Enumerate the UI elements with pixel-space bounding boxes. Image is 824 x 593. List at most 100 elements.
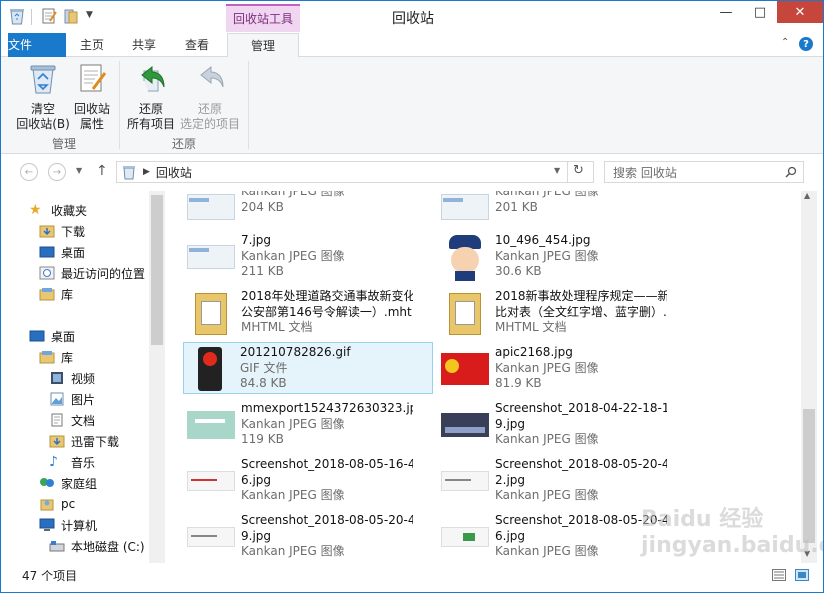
file-size: 204 KB (241, 199, 284, 214)
back-button[interactable]: ← (20, 163, 38, 181)
file-item-selected[interactable]: 201210782826.gif GIF 文件 84.8 KB (183, 342, 433, 394)
nav-label: 库 (61, 287, 74, 302)
image-thumbnail (441, 345, 489, 393)
file-type: Kankan JPEG 图像 (241, 191, 345, 198)
file-name: 2018年处理道路交通事故新变化（ (241, 289, 413, 303)
address-path[interactable]: 回收站 (156, 164, 192, 181)
file-item[interactable]: 2018年处理道路交通事故新变化（ 公安部第146号令解读一）.mht MHTML … (165, 287, 413, 339)
nav-label: 视频 (71, 371, 96, 386)
file-type: Kankan JPEG 图像 (495, 544, 599, 558)
nav-item-computer[interactable]: 计算机 (39, 515, 97, 535)
image-thumbnail (187, 513, 235, 561)
user-folder-icon (40, 499, 54, 511)
image-thumbnail (441, 513, 489, 561)
file-list-scrollbar[interactable]: ▲ ▼ (801, 191, 817, 563)
close-button[interactable]: ✕ (777, 1, 823, 23)
file-item[interactable]: mmexport1524372630323.jpg Kankan JPEG 图像 1… (165, 399, 413, 451)
file-item[interactable]: 10_496_454.jpg Kankan JPEG 图像 30.6 KB (419, 231, 667, 283)
nav-scrollbar[interactable] (149, 191, 165, 563)
context-tab-group: 回收站工具 (226, 4, 300, 32)
quick-access-dropdown-icon[interactable]: ▼ (86, 10, 93, 20)
downloads-folder-icon (39, 225, 55, 238)
address-bar[interactable]: ▶ 回收站 ▼ ↻ (116, 161, 594, 183)
file-name: Screenshot_2018-08-05-16-47-1 (241, 457, 413, 471)
search-input[interactable]: 搜索 回收站 (604, 161, 804, 183)
documents-icon (51, 413, 63, 427)
details-view-icon[interactable] (772, 569, 786, 581)
nav-item-homegroup[interactable]: 家庭组 (39, 473, 97, 493)
restore-sel-label-2: 选定的项目 (179, 117, 240, 131)
empty-recycle-bin-button[interactable]: 清空 回收站(B) (15, 61, 71, 132)
nav-item-library[interactable]: 库 (39, 284, 73, 304)
minimize-button[interactable]: — (709, 1, 743, 23)
collapse-ribbon-icon[interactable]: ⌃ (781, 37, 789, 48)
file-item[interactable]: Kankan JPEG 图像 201 KB (419, 191, 667, 234)
file-item[interactable]: Screenshot_2018-08-05-20-45-02.jpgKankan… (419, 455, 667, 507)
forward-button[interactable]: → (48, 163, 66, 181)
tab-manage[interactable]: 管理 (227, 33, 299, 58)
recycle-bin-properties-button[interactable]: 回收站 属性 (71, 61, 113, 132)
tab-share[interactable]: 共享 (118, 33, 170, 57)
file-size: 84.8 KB (240, 376, 287, 390)
mhtml-document-icon (441, 289, 489, 337)
nav-item-downloads[interactable]: 下载 (39, 221, 85, 241)
nav-item-music[interactable]: ♪ 音乐 (49, 452, 95, 472)
maximize-button[interactable]: □ (743, 1, 777, 23)
nav-desktop[interactable]: 桌面 (29, 326, 75, 346)
image-thumbnail (441, 191, 489, 232)
address-dropdown-icon[interactable]: ▼ (554, 166, 560, 175)
search-icon[interactable] (785, 166, 797, 178)
file-type: Kankan JPEG 图像 (495, 191, 599, 198)
nav-item-recent[interactable]: 最近访问的位置 (39, 263, 145, 283)
nav-item-local-disk[interactable]: 本地磁盘 (C:) (49, 536, 145, 556)
nav-favorites[interactable]: ★ 收藏夹 (29, 200, 87, 220)
file-item[interactable]: 2018新事故处理程序规定——新旧 比对表（全文红字增、蓝字删）.... MHTML… (419, 287, 667, 339)
recent-places-icon (39, 266, 55, 280)
nav-item-library[interactable]: 库 (39, 347, 73, 367)
search-placeholder: 搜索 回收站 (613, 165, 677, 180)
nav-scrollbar-thumb[interactable] (151, 195, 163, 345)
nav-label: 文档 (71, 413, 96, 428)
tab-home[interactable]: 主页 (66, 33, 118, 57)
file-name: apic2168.jpg (495, 345, 573, 359)
scroll-up-icon[interactable]: ▲ (804, 191, 810, 200)
file-item[interactable]: apic2168.jpg Kankan JPEG 图像 81.9 KB (419, 343, 667, 395)
file-list: Kankan JPEG 图像 204 KB Kankan JPEG 图像 201 K… (165, 191, 801, 563)
file-name-line-2: 6.jpg (241, 472, 272, 487)
refresh-icon[interactable]: ↻ (573, 163, 584, 178)
nav-item-videos[interactable]: 视频 (49, 368, 95, 388)
file-item[interactable]: 7.jpg Kankan JPEG 图像 211 KB (165, 231, 413, 283)
properties-icon[interactable] (41, 7, 57, 25)
nav-item-pc-user[interactable]: pc (39, 494, 75, 514)
restore-selected-button[interactable]: 还原 选定的项目 (179, 61, 241, 132)
ribbon-tabs: 文件 主页 共享 查看 管理 ⌃ ? (1, 33, 823, 85)
file-item[interactable]: Screenshot_2018-08-05-16-47-16.jpgKankan… (165, 455, 413, 507)
group-label-restore: 还原 (172, 137, 197, 151)
nav-item-documents[interactable]: 文档 (49, 410, 95, 430)
recent-locations-icon[interactable]: ▼ (76, 166, 82, 175)
nav-label: 下载 (61, 224, 86, 239)
music-note-icon: ♪ (49, 454, 58, 470)
restore-all-button[interactable]: 还原 所有项目 (125, 61, 177, 132)
file-item[interactable]: Kankan JPEG 图像 204 KB (165, 191, 413, 234)
title-bar: ▼ 回收站工具 回收站 — □ ✕ (1, 1, 823, 33)
file-item[interactable]: Screenshot_2018-08-05-20-47-36.jpgKankan… (419, 511, 667, 563)
help-icon[interactable]: ? (799, 37, 813, 51)
large-icons-view-icon[interactable] (795, 569, 809, 581)
nav-item-xunlei[interactable]: 迅雷下载 (49, 431, 119, 451)
scroll-down-icon[interactable]: ▼ (804, 549, 810, 558)
nav-item-pictures[interactable]: 图片 (49, 389, 95, 409)
file-size: 211 KB (241, 264, 284, 278)
pictures-icon (50, 392, 64, 406)
file-size: 30.6 KB (495, 264, 542, 278)
nav-item-desktop[interactable]: 桌面 (39, 242, 85, 262)
new-folder-icon[interactable] (63, 7, 79, 25)
file-item[interactable]: Screenshot_2018-08-05-20-46-29.jpgKankan… (165, 511, 413, 563)
file-item[interactable]: Screenshot_2018-04-22-18-16-19.jpgKankan… (419, 399, 667, 451)
file-type: MHTML 文档 (495, 320, 567, 334)
tab-view[interactable]: 查看 (170, 33, 224, 57)
file-list-scrollbar-thumb[interactable] (803, 409, 815, 543)
up-arrow-icon[interactable]: ↑ (96, 163, 108, 179)
breadcrumb-chevron-icon: ▶ (143, 167, 150, 177)
homegroup-icon (40, 478, 54, 487)
